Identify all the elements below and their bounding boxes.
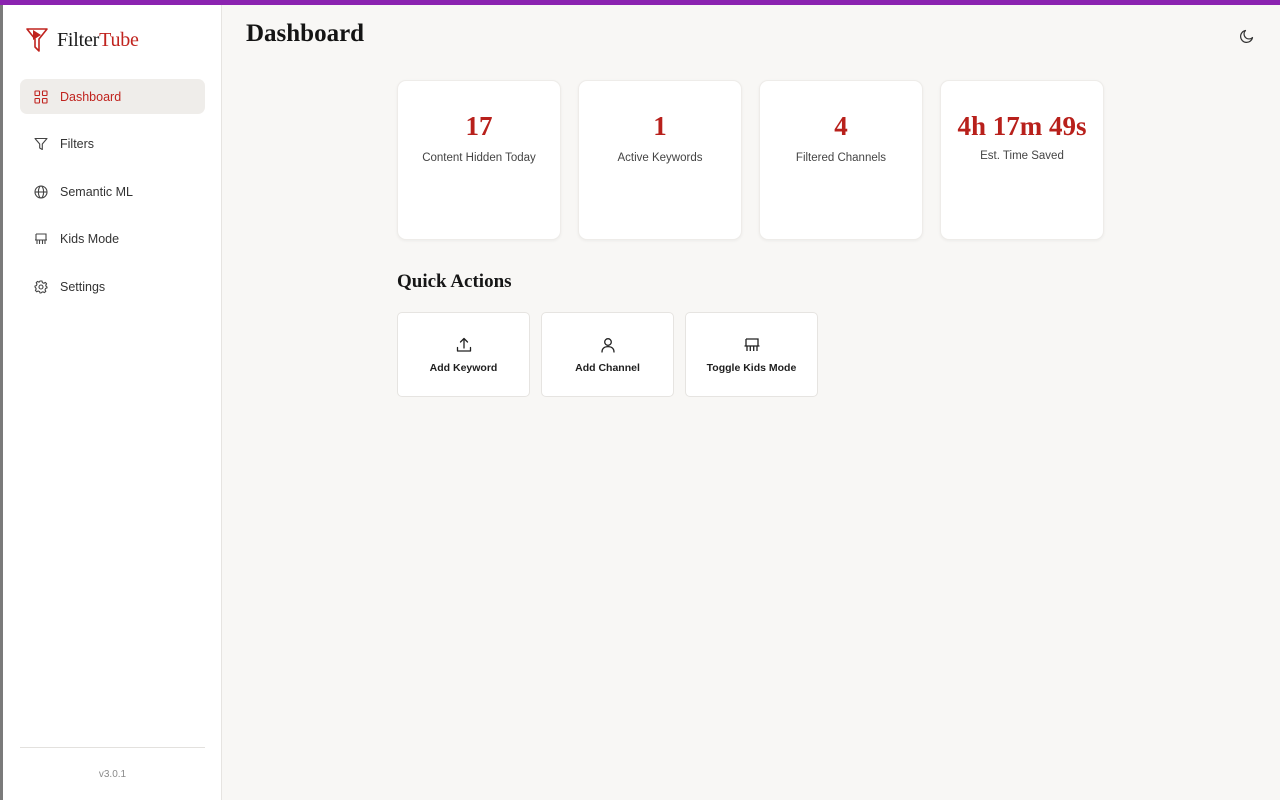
upload-icon (456, 337, 471, 352)
sidebar-item-label: Semantic ML (60, 184, 133, 199)
filtertube-logo-icon (26, 28, 48, 52)
version-label: v3.0.1 (98, 769, 127, 780)
stat-value: 4h 17m 49s (957, 111, 1087, 141)
brand-name: FilterTube (57, 28, 139, 51)
toggle-kids-mode-button[interactable]: Toggle Kids Mode (685, 312, 818, 397)
stat-value: 1 (653, 111, 667, 141)
stat-card-filtered-channels: 4 Filtered Channels (759, 80, 923, 240)
gear-icon (34, 279, 48, 294)
sidebar-item-settings[interactable]: Settings (20, 269, 205, 304)
stat-card-content-hidden: 17 Content Hidden Today (397, 80, 561, 240)
sidebar-item-label: Dashboard (60, 89, 122, 104)
stat-label: Active Keywords (617, 152, 703, 164)
stat-value: 17 (465, 111, 493, 141)
quick-actions: Add Keyword Add Channel Toggle Kids Mode (397, 312, 818, 397)
sidebar-item-kids-mode[interactable]: Kids Mode (20, 222, 205, 257)
action-label: Add Keyword (429, 362, 498, 374)
sidebar: FilterTube Dashboard Filters Semantic ML (3, 5, 222, 800)
sidebar-nav: Dashboard Filters Semantic ML Kids Mode (20, 79, 205, 317)
grid-icon (34, 89, 48, 104)
moon-icon[interactable] (1238, 27, 1256, 45)
action-label: Add Channel (575, 362, 640, 374)
brand[interactable]: FilterTube (25, 25, 139, 55)
sidebar-divider (20, 747, 205, 748)
globe-icon (34, 184, 48, 199)
stroller-icon (35, 233, 47, 244)
sidebar-item-label: Kids Mode (60, 232, 120, 246)
sidebar-item-label: Settings (60, 279, 106, 294)
page-title: Dashboard (246, 20, 365, 47)
sidebar-item-dashboard[interactable]: Dashboard (20, 79, 205, 114)
quick-actions-title: Quick Actions (397, 271, 512, 292)
stats-row: 17 Content Hidden Today 1 Active Keyword… (397, 80, 1104, 240)
action-label: Toggle Kids Mode (706, 362, 797, 374)
add-keyword-button[interactable]: Add Keyword (397, 312, 530, 397)
user-icon (600, 338, 615, 353)
funnel-icon (34, 137, 48, 151)
stat-label: Filtered Channels (795, 152, 887, 164)
sidebar-item-label: Filters (60, 137, 95, 151)
stat-value: 4 (834, 111, 848, 141)
stat-card-active-keywords: 1 Active Keywords (578, 80, 742, 240)
sidebar-item-semantic-ml[interactable]: Semantic ML (20, 174, 205, 209)
stat-label: Content Hidden Today (422, 152, 536, 164)
add-channel-button[interactable]: Add Channel (541, 312, 674, 397)
stat-card-time-saved: 4h 17m 49s Est. Time Saved (940, 80, 1104, 240)
stroller-icon (744, 338, 759, 351)
sidebar-item-filters[interactable]: Filters (20, 127, 205, 162)
